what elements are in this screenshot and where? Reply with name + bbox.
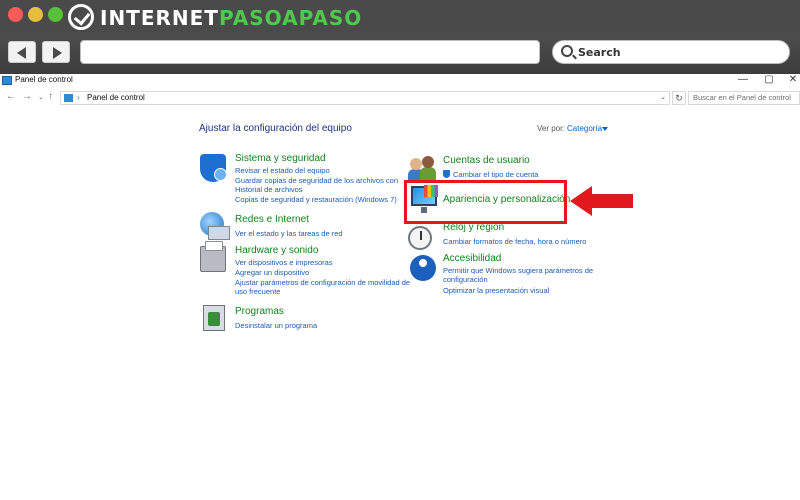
minimize-button[interactable]: — — [736, 74, 750, 85]
link-network-status[interactable]: Ver el estado y las tareas de red — [235, 229, 343, 238]
users-icon[interactable] — [408, 156, 436, 180]
address-bar[interactable]: › Panel de control ⌄ — [60, 91, 670, 105]
link-devices-printers[interactable]: Ver dispositivos e impresoras — [235, 258, 333, 267]
chevron-down-icon[interactable] — [602, 127, 608, 131]
link-uninstall-program[interactable]: Desinstalar un programa — [235, 321, 317, 330]
category-programs[interactable]: Programas — [235, 306, 284, 317]
close-button[interactable]: ✕ — [786, 74, 800, 85]
category-system-security[interactable]: Sistema y seguridad — [235, 153, 326, 164]
highlight-box — [404, 180, 567, 224]
up-arrow-icon[interactable]: ↑ — [48, 91, 53, 102]
site-logo: INTERNETPASOAPASO — [100, 6, 363, 30]
category-user-accounts[interactable]: Cuentas de usuario — [443, 155, 530, 166]
accessibility-icon[interactable] — [410, 255, 436, 281]
link-change-formats[interactable]: Cambiar formatos de fecha, hora o número — [443, 237, 586, 246]
clock-icon[interactable] — [408, 226, 432, 250]
maximize-button[interactable]: ▢ — [762, 74, 776, 85]
link-mobility-settings-cont[interactable]: uso frecuente — [235, 287, 280, 296]
network-globe-icon[interactable] — [200, 212, 230, 240]
link-suggest-settings[interactable]: Permitir que Windows sugiera parámetros … — [443, 266, 593, 275]
address-row: ← → ⌄ ↑ › Panel de control ⌄ ↻ Buscar en… — [0, 88, 800, 108]
category-hardware[interactable]: Hardware y sonido — [235, 245, 318, 256]
zoom-window-button[interactable] — [48, 7, 63, 22]
link-optimize-display[interactable]: Optimizar la presentación visual — [443, 286, 549, 295]
category-accessibility[interactable]: Accesibilidad — [443, 253, 501, 264]
breadcrumb[interactable]: Panel de control — [87, 93, 145, 102]
control-panel-icon — [64, 94, 73, 102]
link-backup-restore[interactable]: Copias de seguridad y restauración (Wind… — [235, 195, 397, 204]
link-backup-files[interactable]: Guardar copias de seguridad de los archi… — [235, 176, 398, 185]
link-change-account-type[interactable]: Cambiar el tipo de cuenta — [453, 170, 538, 179]
link-suggest-settings-cont[interactable]: configuración — [443, 275, 488, 284]
back-arrow-icon[interactable]: ← — [6, 91, 16, 102]
refresh-icon[interactable]: ↻ — [672, 91, 686, 105]
control-panel-icon — [2, 76, 12, 85]
window-title: Panel de control — [15, 75, 73, 84]
forward-arrow-icon[interactable]: → — [22, 91, 32, 102]
forward-button[interactable] — [42, 41, 70, 63]
back-button[interactable] — [8, 41, 36, 63]
page-title: Ajustar la configuración del equipo — [199, 123, 352, 134]
view-by-label: Ver por: — [537, 124, 566, 133]
control-panel-titlebar: Panel de control — ▢ ✕ — [0, 74, 800, 88]
minimize-window-button[interactable] — [28, 7, 43, 22]
programs-icon[interactable] — [203, 305, 225, 331]
recent-dropdown-icon[interactable]: ⌄ — [38, 93, 44, 101]
close-window-button[interactable] — [8, 7, 23, 22]
chevron-down-icon[interactable]: ⌄ — [660, 93, 666, 101]
category-network[interactable]: Redes e Internet — [235, 214, 309, 225]
view-by-dropdown[interactable]: Categoría — [567, 124, 602, 133]
breadcrumb-separator-icon: › — [77, 93, 80, 102]
shield-icon[interactable] — [200, 154, 227, 182]
search-icon — [561, 45, 573, 57]
browser-search-placeholder: Search — [578, 46, 621, 59]
uac-shield-icon — [443, 170, 450, 178]
site-logo-icon — [68, 4, 94, 30]
pointer-arrow-icon — [570, 186, 633, 216]
link-add-device[interactable]: Agregar un dispositivo — [235, 268, 309, 277]
link-mobility-settings[interactable]: Ajustar parámetros de configuración de m… — [235, 278, 410, 287]
url-bar[interactable] — [80, 40, 540, 64]
printer-icon[interactable] — [200, 241, 226, 272]
browser-search-field[interactable]: Search — [552, 40, 790, 64]
link-backup-files-cont[interactable]: Historial de archivos — [235, 185, 303, 194]
control-panel-search-input[interactable]: Buscar en el Panel de control — [688, 91, 800, 105]
link-review-status[interactable]: Revisar el estado del equipo — [235, 166, 330, 175]
